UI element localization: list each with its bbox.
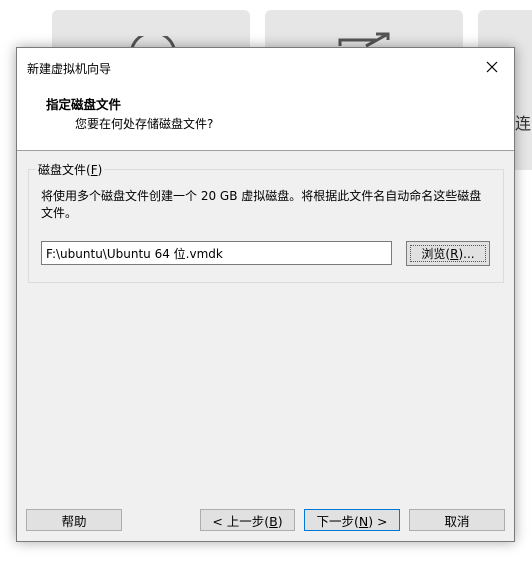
wizard-header: 指定磁盘文件 您要在何处存储磁盘文件?	[17, 86, 514, 151]
help-button-label: 帮助	[61, 513, 87, 529]
background-tile-text: 连	[515, 114, 532, 133]
next-button-label: 下一步(N) >	[316, 513, 388, 529]
disk-file-description: 将使用多个磁盘文件创建一个 20 GB 虚拟磁盘。将根据此文件名自动命名这些磁盘…	[41, 189, 482, 220]
disk-file-path-input[interactable]	[41, 241, 392, 265]
focus-ring	[410, 245, 486, 262]
dialog-title: 新建虚拟机向导	[27, 62, 112, 76]
page-title: 指定磁盘文件	[46, 97, 122, 112]
new-vm-wizard-dialog: 新建虚拟机向导 指定磁盘文件 您要在何处存储磁盘文件? 磁盘文件(F) 将使用多…	[16, 47, 515, 542]
disk-file-group: 磁盘文件(F) 将使用多个磁盘文件创建一个 20 GB 虚拟磁盘。将根据此文件名…	[28, 161, 504, 283]
dialog-titlebar[interactable]: 新建虚拟机向导	[17, 48, 514, 86]
disk-file-group-label: 磁盘文件(F)	[36, 161, 105, 178]
cancel-button-label: 取消	[444, 513, 470, 529]
browse-button[interactable]: 浏览(R)...	[406, 241, 490, 266]
back-button-label: < 上一步(B)	[212, 513, 283, 529]
page-subtitle: 您要在何处存储磁盘文件?	[75, 117, 214, 131]
back-button[interactable]: < 上一步(B)	[200, 509, 295, 531]
close-icon	[486, 61, 498, 73]
next-button[interactable]: 下一步(N) >	[304, 509, 400, 531]
close-button[interactable]	[470, 48, 514, 86]
help-button[interactable]: 帮助	[26, 509, 122, 531]
cancel-button[interactable]: 取消	[409, 509, 505, 531]
